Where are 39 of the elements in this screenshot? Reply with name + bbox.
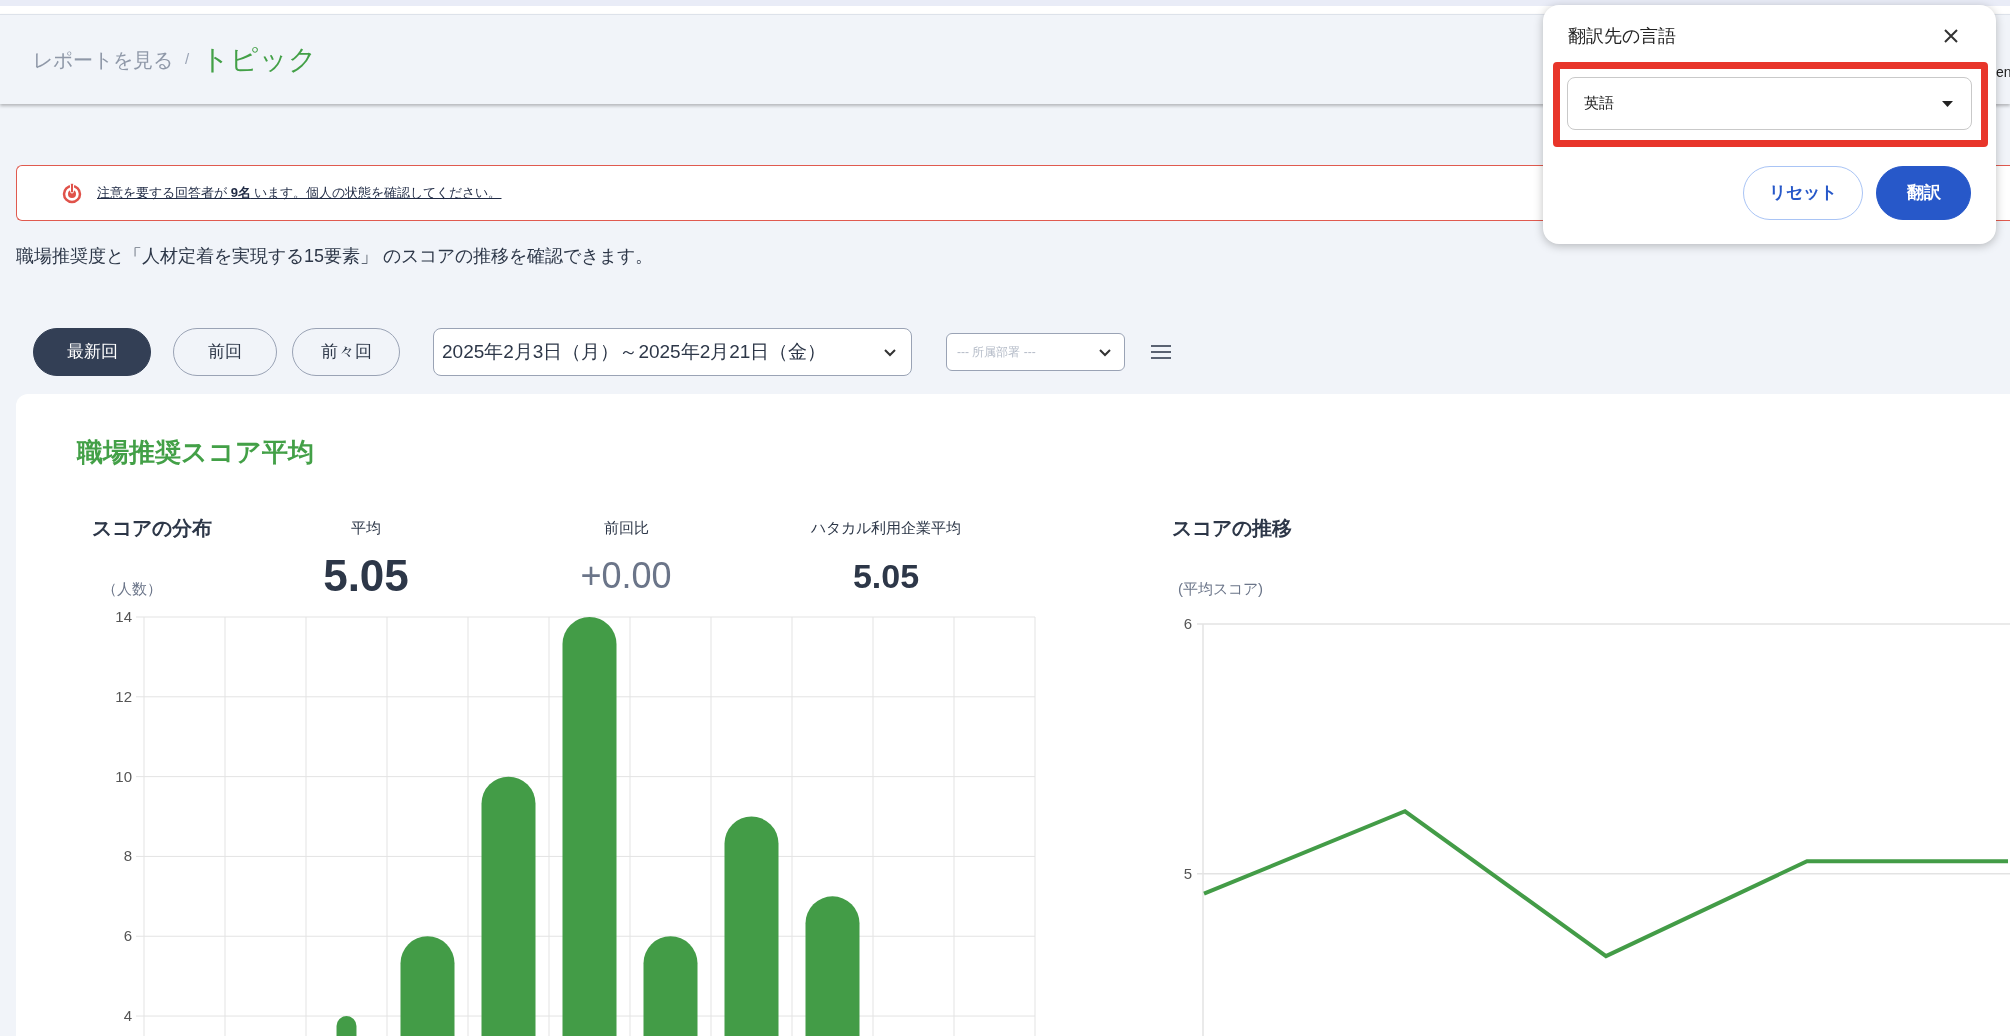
axis-label: （人数） (102, 578, 162, 599)
stat-value: 5.05 (852, 559, 920, 593)
language-select[interactable]: 英語 (1567, 77, 1972, 130)
alert-icon (61, 182, 83, 204)
axis-tick-label: 8 (123, 847, 132, 865)
axis-tick-label: 6 (1183, 615, 1192, 632)
header-text: en (1996, 65, 2010, 79)
axis-tick-label: 5 (1183, 864, 1192, 882)
stat-label: ハタカル利用企業平均 (811, 517, 961, 538)
stat-label: 平均 (351, 517, 381, 538)
bar (336, 1016, 357, 1036)
close-icon[interactable] (1944, 29, 1958, 43)
axis-tick-label: 14 (115, 608, 132, 625)
section-title: スコアの分布 (92, 516, 213, 541)
popup-title: 翻訳先の言語 (1568, 25, 1676, 48)
stat-label: 前回比 (603, 517, 649, 538)
description-text: 職場推奨度と「人材定着を実現する15要素」 のスコアの推移を確認できます。 (16, 245, 655, 268)
translate-button[interactable]: 翻訳 (1876, 166, 1971, 220)
menu-icon[interactable] (1150, 344, 1172, 360)
axis-label: (平均スコア) (1178, 578, 1263, 599)
stat-value: 5.05 (323, 554, 409, 598)
axis-tick-label: 4 (123, 1007, 132, 1025)
card-title: 職場推奨スコア平均 (77, 436, 315, 469)
alert-link[interactable]: 注意を要する回答者が 9名 います。個人の状態を確認してください。 (97, 183, 502, 203)
chevron-down-icon (883, 347, 897, 357)
date-range-select[interactable]: 2025年2月3日（月）～2025年2月21日（金） (433, 328, 912, 376)
section-title: スコアの推移 (1172, 516, 1293, 541)
period-tab[interactable]: 前回 (173, 328, 277, 376)
period-tab[interactable]: 前々回 (292, 328, 400, 376)
stat-value: +0.00 (580, 558, 672, 594)
caret-down-icon (1942, 100, 1953, 107)
axis-tick-label: 10 (115, 767, 132, 785)
breadcrumb-separator: / (185, 49, 190, 70)
period-tab[interactable]: 最新回 (33, 328, 151, 376)
breadcrumb-item: トピック (201, 42, 318, 77)
axis-tick-label: 6 (123, 927, 132, 945)
axis-tick-label: 12 (115, 687, 132, 705)
chevron-down-icon (1098, 347, 1112, 357)
reset-button[interactable]: リセット (1743, 166, 1863, 220)
